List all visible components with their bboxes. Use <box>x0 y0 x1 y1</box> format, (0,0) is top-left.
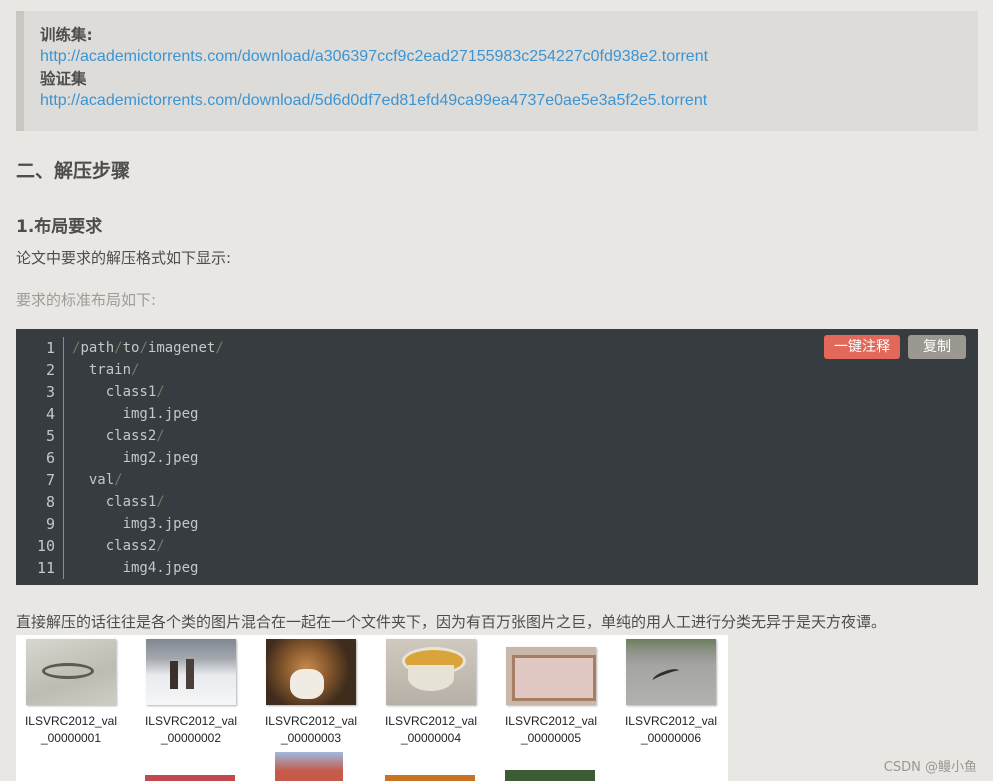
train-set-link[interactable]: http://academictorrents.com/download/a30… <box>40 46 978 68</box>
line-number-gutter: 1 2 3 4 5 6 7 8 9 10 11 <box>16 337 64 579</box>
copy-button[interactable]: 复制 <box>908 335 966 359</box>
line-number: 8 <box>45 493 55 511</box>
code-line: class1/ <box>72 494 165 510</box>
line-number: 11 <box>36 559 55 577</box>
line-number: 1 <box>45 339 55 357</box>
line-number: 4 <box>45 405 55 423</box>
thumbnail-image <box>266 639 356 705</box>
thumbnail-image <box>26 639 116 705</box>
train-set-label: 训练集: <box>40 26 93 44</box>
gallery-tile[interactable]: ILSVRC2012_val _00000003 <box>256 635 366 747</box>
section-title: 二、解压步骤 <box>16 160 131 182</box>
thumbnail-caption: ILSVRC2012_val _00000001 <box>24 714 118 745</box>
thumbnail-caption: ILSVRC2012_val _00000005 <box>504 714 598 745</box>
val-set-link[interactable]: http://academictorrents.com/download/5d6… <box>40 90 978 112</box>
thumbnail-caption: ILSVRC2012_val _00000006 <box>624 714 718 745</box>
line-number: 6 <box>45 449 55 467</box>
line-number: 5 <box>45 427 55 445</box>
line-number: 10 <box>36 537 55 555</box>
code-line: class2/ <box>72 538 165 554</box>
gallery-tile[interactable]: ILSVRC2012_val _00000005 <box>496 635 606 747</box>
line-number: 3 <box>45 383 55 401</box>
code-line: class2/ <box>72 428 165 444</box>
thumbnail-image <box>385 775 475 781</box>
code-line: img1.jpeg <box>72 406 199 422</box>
thumbnail-image <box>626 639 716 705</box>
line-number: 9 <box>45 515 55 533</box>
line-number: 2 <box>45 361 55 379</box>
download-links-quote: 训练集: http://academictorrents.com/downloa… <box>16 11 978 131</box>
thumbnail-caption: ILSVRC2012_val _00000004 <box>384 714 478 745</box>
code-block: 1 2 3 4 5 6 7 8 9 10 11 /path/to/imagene… <box>16 329 978 585</box>
gallery-tile[interactable]: ILSVRC2012_val _00000004 <box>376 635 486 747</box>
code-lines: /path/to/imagenet/ train/ class1/ img1.j… <box>72 337 224 579</box>
image-gallery: ILSVRC2012_val _00000001 ILSVRC2012_val _0… <box>16 635 728 781</box>
annotate-button[interactable]: 一键注释 <box>824 335 900 359</box>
gallery-tile[interactable]: ILSVRC2012_val _00000006 <box>616 635 726 747</box>
thumbnail-caption: ILSVRC2012_val _00000003 <box>264 714 358 745</box>
note-paragraph: 直接解压的话往往是各个类的图片混合在一起在一个文件夹下，因为有百万张图片之巨，单… <box>16 613 887 631</box>
code-line: /path/to/imagenet/ <box>72 340 224 356</box>
thumbnail-image <box>146 639 236 705</box>
watermark: CSDN @鳗小鱼 <box>883 760 977 775</box>
gallery-tile[interactable]: ILSVRC2012_val _00000001 <box>16 635 126 747</box>
thumbnail-image <box>275 752 343 781</box>
code-line: img3.jpeg <box>72 516 199 532</box>
subsection-title: 1.布局要求 <box>16 217 103 237</box>
thumbnail-caption: ILSVRC2012_val _00000002 <box>144 714 238 745</box>
val-set-label: 验证集 <box>40 70 87 88</box>
gallery-tile[interactable]: ILSVRC2012_val _00000002 <box>136 635 246 747</box>
thumbnail-image <box>505 770 595 781</box>
thumbnail-image <box>145 775 235 781</box>
code-line: train/ <box>72 362 140 378</box>
line-number: 7 <box>45 471 55 489</box>
standard-layout-paragraph: 要求的标准布局如下: <box>16 291 157 309</box>
code-line: img4.jpeg <box>72 560 199 576</box>
intro-paragraph: 论文中要求的解压格式如下显示: <box>16 249 232 267</box>
thumbnail-image <box>506 647 596 705</box>
code-line: class1/ <box>72 384 165 400</box>
thumbnail-image <box>386 639 476 705</box>
code-line: val/ <box>72 472 123 488</box>
code-line: img2.jpeg <box>72 450 199 466</box>
